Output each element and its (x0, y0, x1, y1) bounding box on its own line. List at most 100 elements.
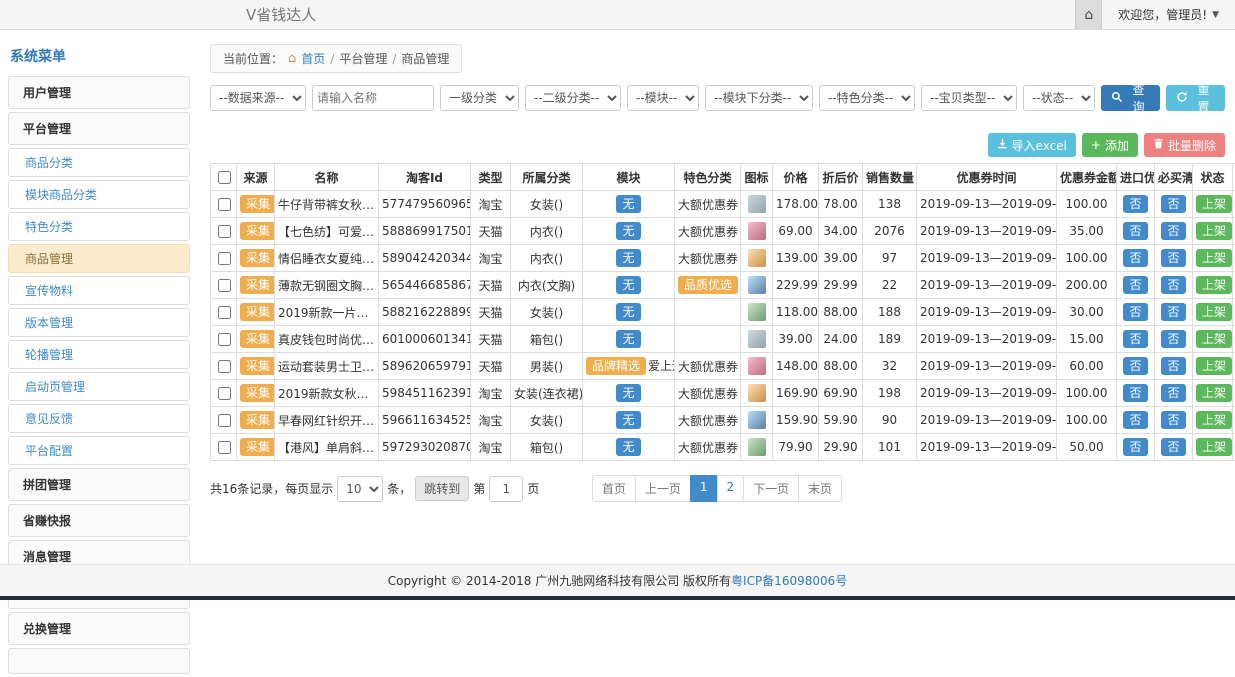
pagination-prev[interactable]: 上一页 (635, 475, 691, 502)
sidebar-subitem-6[interactable]: 版本管理 (8, 308, 190, 337)
status-badge[interactable]: 上架 (1196, 330, 1232, 348)
must-buy-badge[interactable]: 否 (1161, 222, 1185, 240)
sidebar-subitem-1[interactable]: 商品分类 (8, 148, 190, 177)
pagination-page-2[interactable]: 2 (717, 475, 745, 502)
filter-select-8[interactable]: --状态-- (1023, 85, 1095, 111)
breadcrumb-separator: / (330, 52, 334, 66)
cell-discount-price: 78.00 (819, 191, 863, 218)
row-checkbox[interactable] (218, 225, 231, 238)
must-buy-badge[interactable]: 否 (1161, 438, 1185, 456)
cell-import-select: 否 (1117, 407, 1155, 434)
sidebar-subitem-8[interactable]: 启动页管理 (8, 372, 190, 401)
status-badge[interactable]: 上架 (1196, 195, 1232, 213)
row-checkbox[interactable] (218, 387, 231, 400)
import-select-badge[interactable]: 否 (1123, 357, 1147, 375)
status-badge[interactable]: 上架 (1196, 276, 1232, 294)
page-number-input[interactable] (489, 476, 523, 502)
copyright-text: Copyright © 2014-2018 广州九驰网络科技有限公司 版权所有 (388, 572, 731, 589)
must-buy-badge[interactable]: 否 (1161, 357, 1185, 375)
sidebar-item-bottom-5[interactable]: 兑换管理 (8, 612, 190, 645)
sidebar-subitem-4[interactable]: 商品管理 (8, 244, 190, 273)
sidebar-subitem-2[interactable]: 模块商品分类 (8, 180, 190, 209)
must-buy-badge[interactable]: 否 (1161, 411, 1185, 429)
cell-must-buy: 否 (1155, 353, 1193, 380)
import-select-badge[interactable]: 否 (1123, 384, 1147, 402)
cell-feature-category: 大额优惠券 (675, 245, 741, 272)
status-badge[interactable]: 上架 (1196, 411, 1232, 429)
user-menu[interactable]: 欢迎您，管理员! ▼ (1102, 0, 1235, 29)
cell-name: 情侣睡衣女夏纯棉男士... (275, 245, 379, 272)
filter-select-7[interactable]: --宝贝类型-- (921, 85, 1017, 111)
row-checkbox[interactable] (218, 198, 231, 211)
status-badge[interactable]: 上架 (1196, 357, 1232, 375)
import-select-badge[interactable]: 否 (1123, 411, 1147, 429)
must-buy-badge[interactable]: 否 (1161, 276, 1185, 294)
status-badge[interactable]: 上架 (1196, 384, 1232, 402)
row-checkbox[interactable] (218, 441, 231, 454)
icp-link[interactable]: 粤ICP备16098006号 (731, 572, 847, 589)
filter-select-2[interactable]: 一级分类 (440, 85, 519, 111)
row-checkbox[interactable] (218, 279, 231, 292)
status-badge[interactable]: 上架 (1196, 303, 1232, 321)
cell-taoke-id: 598451162391 (379, 380, 471, 407)
filter-select-5[interactable]: --模块下分类-- (705, 85, 813, 111)
must-buy-badge[interactable]: 否 (1161, 303, 1185, 321)
breadcrumb-home-link[interactable]: 首页 (301, 50, 325, 67)
sidebar-item-bottom-2[interactable]: 省赚快报 (8, 504, 190, 537)
sidebar-subitem-9[interactable]: 意见反馈 (8, 404, 190, 433)
name-search-input[interactable] (312, 85, 434, 111)
reset-button[interactable]: 重置 (1166, 85, 1225, 111)
filter-select-1[interactable]: --数据来源-- (210, 85, 306, 111)
import-select-badge[interactable]: 否 (1123, 195, 1147, 213)
column-header-10: 折后价 (819, 164, 863, 191)
must-buy-badge[interactable]: 否 (1161, 384, 1185, 402)
pagination-next[interactable]: 下一页 (743, 475, 799, 502)
status-badge[interactable]: 上架 (1196, 249, 1232, 267)
import-select-badge[interactable]: 否 (1123, 303, 1147, 321)
module-badge: 无 (616, 330, 640, 348)
home-button[interactable]: ⌂ (1075, 0, 1102, 29)
import-select-badge[interactable]: 否 (1123, 330, 1147, 348)
status-badge[interactable]: 上架 (1196, 222, 1232, 240)
per-page-select[interactable]: 10 (337, 476, 383, 502)
row-checkbox[interactable] (218, 414, 231, 427)
cell-status: 上架 (1193, 299, 1233, 326)
must-buy-badge[interactable]: 否 (1161, 249, 1185, 267)
sidebar-item-bottom-1[interactable]: 拼团管理 (8, 468, 190, 501)
sidebar-subitem-5[interactable]: 宣传物料 (8, 276, 190, 305)
cell-coupon-amount: 100.00 (1057, 191, 1117, 218)
import-select-badge[interactable]: 否 (1123, 222, 1147, 240)
status-badge[interactable]: 上架 (1196, 438, 1232, 456)
sidebar-subitem-3[interactable]: 特色分类 (8, 212, 190, 241)
sidebar-submenu: 商品分类模块商品分类特色分类商品管理宣传物料版本管理轮播管理启动页管理意见反馈平… (8, 148, 190, 465)
pagination-page-1[interactable]: 1 (690, 475, 718, 502)
import-select-badge[interactable]: 否 (1123, 438, 1147, 456)
must-buy-badge[interactable]: 否 (1161, 330, 1185, 348)
must-buy-badge[interactable]: 否 (1161, 195, 1185, 213)
row-checkbox[interactable] (218, 333, 231, 346)
pagination-first[interactable]: 首页 (592, 475, 636, 502)
sidebar-item-clipped[interactable] (8, 648, 190, 674)
import-select-badge[interactable]: 否 (1123, 249, 1147, 267)
batch-delete-button[interactable]: 批量删除 (1144, 133, 1225, 157)
cell-icon (741, 326, 773, 353)
add-button[interactable]: + 添加 (1082, 133, 1138, 157)
filter-select-6[interactable]: --特色分类-- (819, 85, 915, 111)
app-title: V省钱达人 (246, 4, 316, 25)
row-checkbox[interactable] (218, 360, 231, 373)
filter-select-4[interactable]: --模块-- (627, 85, 699, 111)
import-select-badge[interactable]: 否 (1123, 276, 1147, 294)
sidebar-subitem-7[interactable]: 轮播管理 (8, 340, 190, 369)
topbar-right: ⌂ 欢迎您，管理员! ▼ (1075, 0, 1235, 29)
row-checkbox[interactable] (218, 306, 231, 319)
sidebar-item-platform-management[interactable]: 平台管理 (8, 112, 190, 145)
row-checkbox[interactable] (218, 252, 231, 265)
sidebar-item-user-management[interactable]: 用户管理 (8, 76, 190, 109)
pagination-last[interactable]: 末页 (798, 475, 842, 502)
filter-select-3[interactable]: --二级分类-- (525, 85, 621, 111)
select-all-checkbox[interactable] (218, 171, 231, 184)
jump-button[interactable]: 跳转到 (415, 476, 469, 501)
import-excel-button[interactable]: 导入excel (988, 133, 1076, 157)
sidebar-subitem-10[interactable]: 平台配置 (8, 436, 190, 465)
search-button[interactable]: 查询 (1101, 85, 1160, 111)
